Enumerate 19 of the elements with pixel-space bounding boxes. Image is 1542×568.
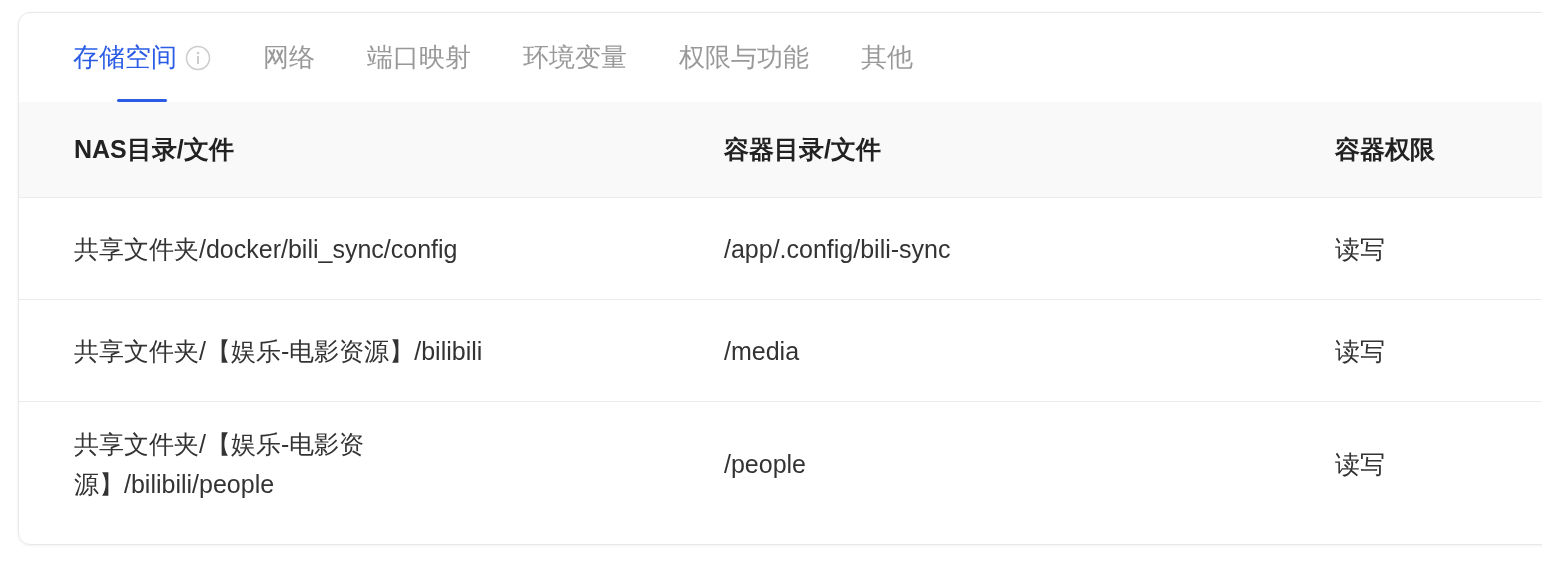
table-cell-text: /people xyxy=(724,449,807,480)
column-header: 容器权限 xyxy=(1335,135,1435,163)
column-header: 容器目录/文件 xyxy=(724,135,881,163)
tab[interactable]: 环境变量 xyxy=(523,13,627,102)
tab[interactable]: 端口映射 xyxy=(367,13,471,102)
tab[interactable]: 权限与功能 xyxy=(679,13,809,102)
table-cell-text: 共享文件夹/【娱乐-电影资源】/bilibili/people xyxy=(74,429,366,500)
tab[interactable]: 其他 xyxy=(861,13,913,102)
table-cell-text: 读写 xyxy=(1335,233,1385,265)
table-cell-text: /app/.config/bili-sync xyxy=(724,233,951,265)
table-cell-text: 读写 xyxy=(1335,449,1385,480)
info-icon[interactable] xyxy=(185,44,211,71)
tab[interactable]: 存储空间 xyxy=(73,13,211,102)
column-header: NAS目录/文件 xyxy=(74,135,234,163)
table-cell-text: /media xyxy=(724,335,800,367)
table-cell-text: 共享文件夹/docker/bili_sync/config xyxy=(74,233,458,265)
tab[interactable]: 网络 xyxy=(263,13,315,102)
table-cell-text: 共享文件夹/【娱乐-电影资源】/bilibili xyxy=(74,335,483,367)
table-cell-text: 读写 xyxy=(1335,335,1385,367)
